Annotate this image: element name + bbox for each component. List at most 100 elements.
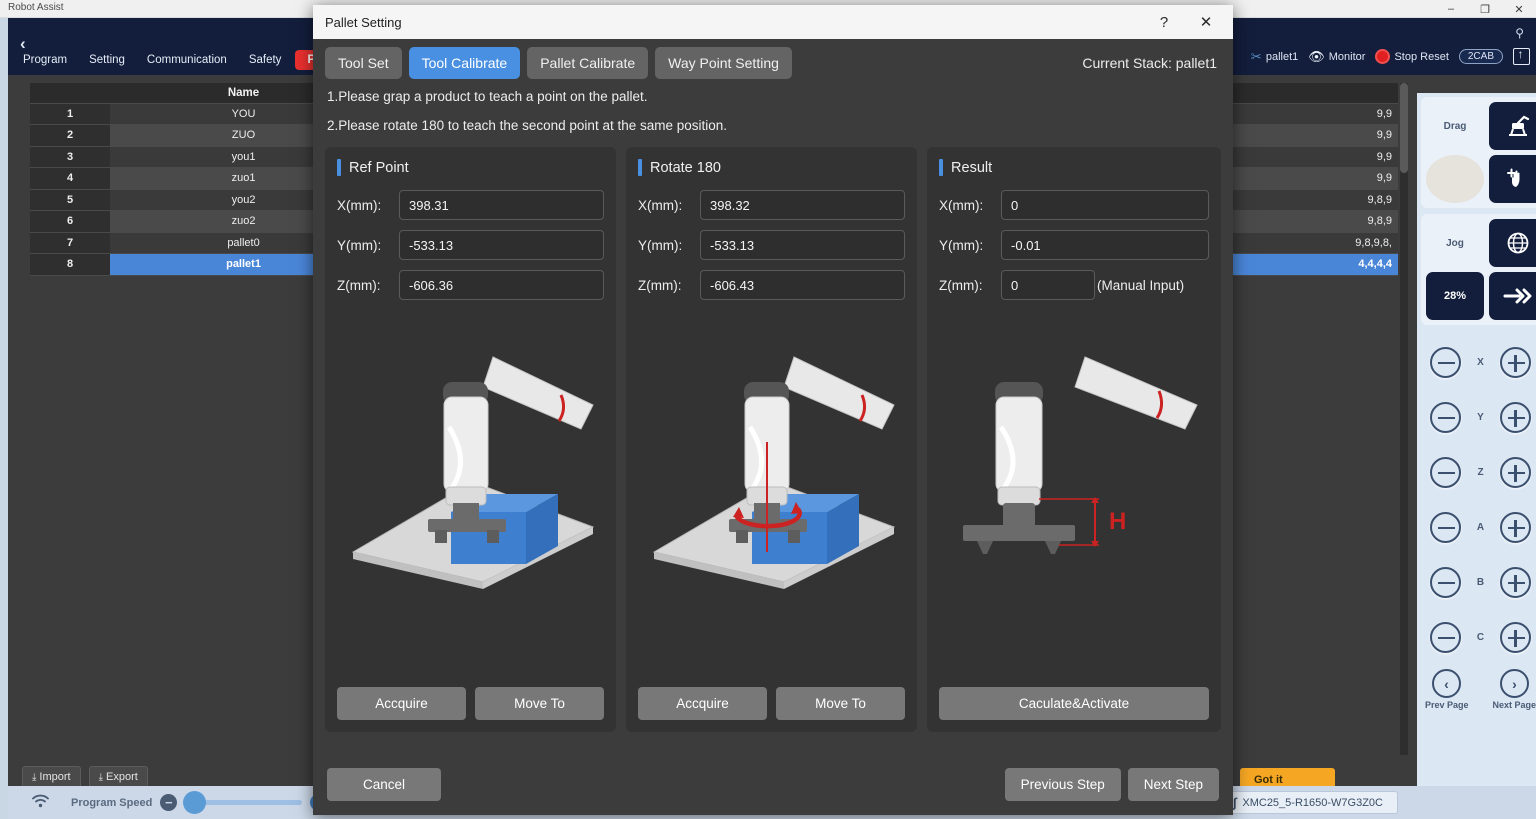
rot-move-to-button[interactable]: Move To bbox=[776, 687, 906, 721]
header-right-tools: ✂ pallet1 👁 Monitor Stop Reset 2CAB bbox=[1251, 47, 1530, 65]
page-nav-labels: Prev Page Next Page bbox=[1423, 698, 1536, 710]
ref-z-label: Z(mm): bbox=[337, 277, 381, 293]
minimize-button[interactable]: – bbox=[1434, 0, 1468, 18]
row-index: 4 bbox=[30, 167, 111, 190]
tab-pallet-calibrate[interactable]: Pallet Calibrate bbox=[527, 47, 649, 79]
globe-icon[interactable] bbox=[1489, 219, 1536, 267]
rot-x-input[interactable] bbox=[700, 190, 906, 221]
program-speed-slider[interactable] bbox=[183, 791, 303, 814]
program-speed-label: Program Speed bbox=[71, 796, 153, 809]
row-index: 1 bbox=[30, 103, 111, 125]
row-index: 3 bbox=[30, 146, 111, 168]
ref-z-input[interactable] bbox=[399, 270, 605, 301]
next-step-button[interactable]: Next Step bbox=[1127, 767, 1219, 801]
search-icon[interactable]: ⚲ bbox=[1515, 26, 1524, 40]
res-x-row: X(mm): bbox=[939, 190, 1209, 221]
robot-model-chip: ∫ XMC25_5-R1650-W7G3Z0C bbox=[1221, 791, 1398, 814]
axis-y-minus-button[interactable] bbox=[1430, 402, 1461, 433]
tab-way-point-setting[interactable]: Way Point Setting bbox=[655, 47, 792, 79]
dialog-window-controls: ? ✕ bbox=[1143, 5, 1227, 39]
axis-row-c: C bbox=[1423, 610, 1536, 665]
import-button[interactable]: ⤓ Import bbox=[22, 766, 81, 788]
page-nav-row: ‹ › bbox=[1423, 665, 1536, 698]
panel-accent-bar bbox=[939, 159, 944, 177]
axis-y-plus-button[interactable] bbox=[1499, 402, 1531, 433]
res-z-input[interactable] bbox=[1001, 270, 1096, 301]
rot-z-row: Z(mm): bbox=[638, 270, 906, 301]
ref-y-row: Y(mm): bbox=[337, 230, 605, 261]
result-panel: Result X(mm): Y(mm): Z(mm): (Manual Inpu… bbox=[927, 147, 1221, 733]
axis-c-label: C bbox=[1476, 632, 1485, 643]
res-y-label: Y(mm): bbox=[939, 237, 984, 253]
help-icon[interactable]: ? bbox=[1143, 5, 1185, 39]
speed-decrease-button[interactable]: − bbox=[160, 794, 178, 811]
ref-y-input[interactable] bbox=[399, 230, 605, 261]
rot-z-label: Z(mm): bbox=[638, 277, 682, 293]
wrench-icon: ✂ bbox=[1250, 48, 1262, 64]
previous-step-button[interactable]: Previous Step bbox=[1004, 767, 1121, 801]
res-y-input[interactable] bbox=[1001, 230, 1209, 261]
import-label: Import bbox=[39, 771, 71, 783]
tab-tool-calibrate[interactable]: Tool Calibrate bbox=[408, 47, 521, 79]
rot-y-input[interactable] bbox=[700, 230, 906, 261]
robot-model-label: XMC25_5-R1650-W7G3Z0C bbox=[1242, 796, 1383, 809]
import-icon: ⤓ bbox=[32, 771, 37, 783]
illustration-h-label: H bbox=[1109, 508, 1126, 535]
result-buttons: Caculate&Activate bbox=[939, 687, 1209, 721]
ref-point-panel: Ref Point X(mm): Y(mm): Z(mm): bbox=[325, 147, 617, 733]
hand-plus-icon[interactable] bbox=[1489, 155, 1536, 203]
nav-tab-setting[interactable]: Setting bbox=[78, 50, 136, 70]
tool-selector[interactable]: ✂ pallet1 bbox=[1251, 49, 1298, 65]
axis-c-plus-button[interactable] bbox=[1499, 622, 1531, 653]
drag-label: Drag bbox=[1443, 120, 1467, 132]
dialog-tabs: Tool Set Tool Calibrate Pallet Calibrate… bbox=[313, 39, 1233, 83]
restore-button[interactable]: ❐ bbox=[1468, 0, 1502, 18]
axis-c-minus-button[interactable] bbox=[1430, 622, 1461, 653]
axis-x-label: X bbox=[1477, 357, 1484, 368]
monitor-button[interactable]: 👁 Monitor bbox=[1308, 49, 1365, 65]
axis-x-minus-button[interactable] bbox=[1430, 347, 1461, 378]
res-z-row: Z(mm): (Manual Input) bbox=[939, 270, 1209, 301]
rot-z-input[interactable] bbox=[700, 270, 906, 301]
nav-tab-safety[interactable]: Safety bbox=[238, 50, 293, 70]
cab-badge[interactable]: 2CAB bbox=[1458, 49, 1503, 64]
next-page-icon[interactable]: › bbox=[1500, 669, 1529, 698]
res-x-input[interactable] bbox=[1001, 190, 1209, 221]
slider-knob[interactable] bbox=[183, 791, 207, 814]
axis-z-plus-button[interactable] bbox=[1499, 457, 1531, 488]
rotate-180-title: Rotate 180 bbox=[650, 159, 721, 176]
axis-a-plus-button[interactable] bbox=[1499, 512, 1531, 543]
axis-a-minus-button[interactable] bbox=[1430, 512, 1461, 543]
calibration-panels: Ref Point X(mm): Y(mm): Z(mm): bbox=[313, 147, 1233, 733]
tab-tool-set[interactable]: Tool Set bbox=[325, 47, 402, 79]
robot-arm-icon[interactable] bbox=[1489, 102, 1536, 150]
export-button[interactable]: ⤓ Export bbox=[88, 766, 148, 788]
nav-tab-program[interactable]: Program bbox=[12, 50, 78, 70]
axis-b-plus-button[interactable] bbox=[1499, 567, 1531, 598]
close-button[interactable]: ✕ bbox=[1502, 0, 1536, 18]
table-scrollbar[interactable] bbox=[1400, 83, 1408, 755]
dialog-close-icon[interactable]: ✕ bbox=[1185, 5, 1227, 39]
fast-forward-icon[interactable] bbox=[1489, 272, 1536, 320]
calculate-activate-button[interactable]: Caculate&Activate bbox=[939, 687, 1209, 721]
rotate-180-panel: Rotate 180 X(mm): Y(mm): Z(mm): bbox=[626, 147, 918, 733]
pallet-setting-dialog: Pallet Setting ? ✕ Tool Set Tool Calibra… bbox=[313, 5, 1233, 815]
scrollbar-thumb[interactable] bbox=[1400, 83, 1408, 173]
jog-speed-value[interactable]: 28% bbox=[1426, 272, 1484, 320]
rot-acquire-button[interactable]: Accquire bbox=[638, 687, 768, 721]
prev-page-icon[interactable]: ‹ bbox=[1432, 669, 1461, 698]
result-illustration: H bbox=[927, 297, 1221, 647]
ref-move-to-button[interactable]: Move To bbox=[475, 687, 605, 721]
upload-icon[interactable] bbox=[1513, 47, 1530, 65]
cancel-button[interactable]: Cancel bbox=[327, 767, 441, 801]
nav-tab-communication[interactable]: Communication bbox=[136, 50, 238, 70]
drag-pad[interactable] bbox=[1426, 155, 1484, 203]
ref-acquire-button[interactable]: Accquire bbox=[337, 687, 467, 721]
stop-reset-button[interactable]: Stop Reset bbox=[1375, 49, 1449, 64]
axis-z-minus-button[interactable] bbox=[1430, 457, 1461, 488]
axis-b-label: B bbox=[1476, 577, 1485, 588]
axis-x-plus-button[interactable] bbox=[1499, 347, 1531, 378]
axis-row-x: X bbox=[1423, 335, 1536, 390]
axis-b-minus-button[interactable] bbox=[1430, 567, 1461, 598]
ref-x-input[interactable] bbox=[399, 190, 605, 221]
